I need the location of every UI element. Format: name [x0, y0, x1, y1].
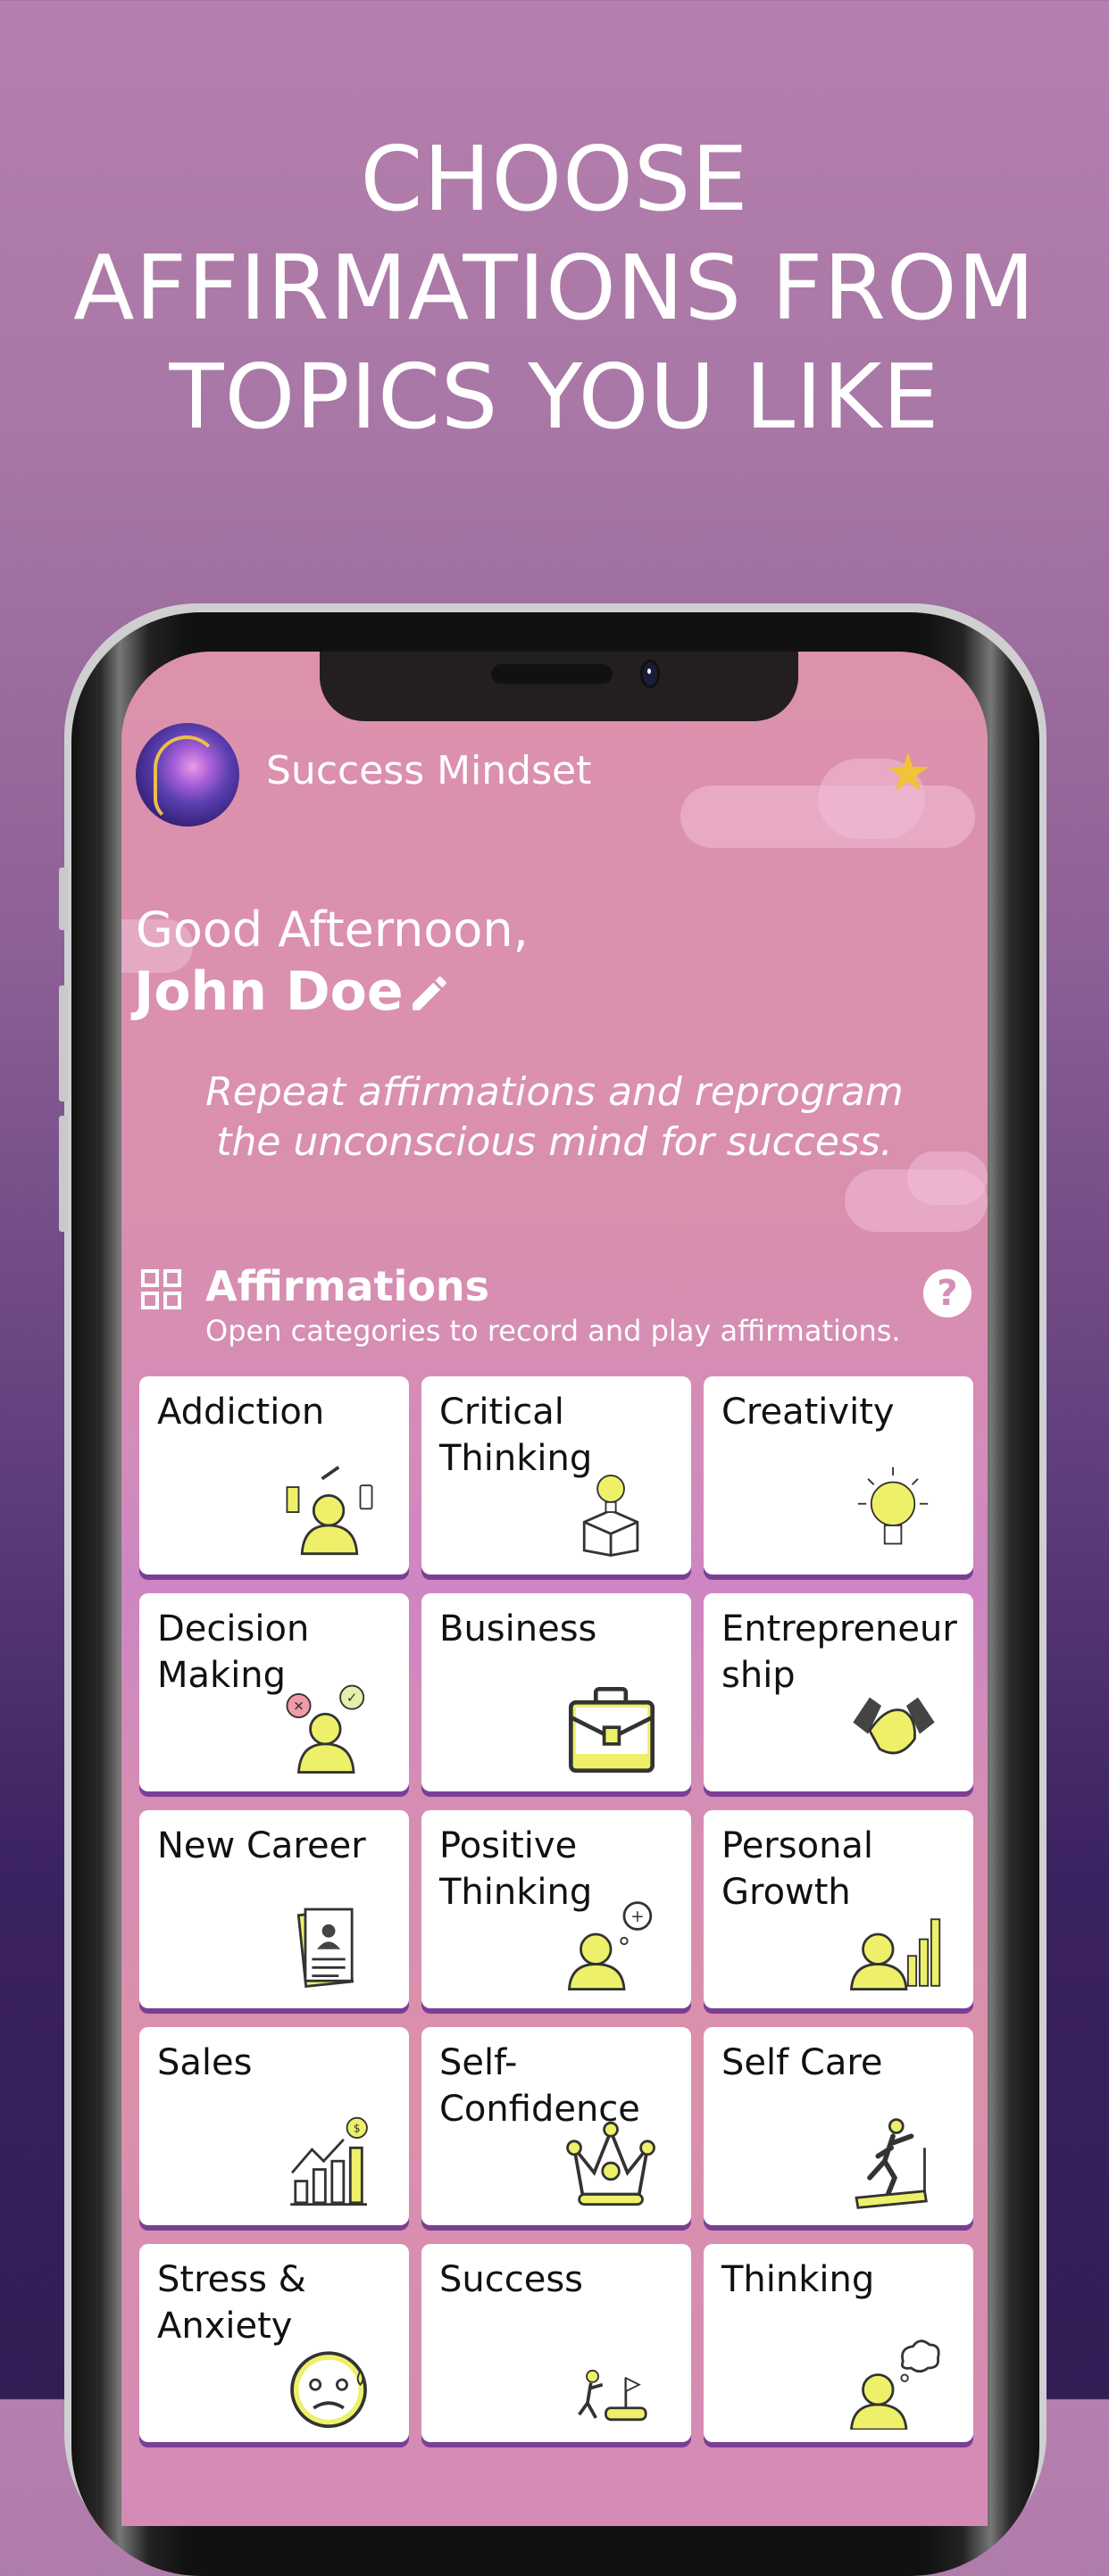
headline-line-1: CHOOSE: [360, 127, 749, 231]
person-growth-chart-icon: [849, 1918, 941, 1990]
category-card[interactable]: Addiction: [139, 1376, 409, 1575]
category-card[interactable]: Success: [421, 2244, 691, 2442]
person-choice-icon: ✕✓: [286, 1684, 365, 1774]
category-label: Thinking: [721, 2259, 875, 2300]
category-label: Success: [439, 2259, 584, 2300]
phone-volume-down: [59, 1116, 68, 1232]
person-thought-icon: [850, 2339, 940, 2430]
app-logo-brain-icon[interactable]: [136, 723, 239, 827]
addicted-person-icon: [286, 1466, 373, 1556]
category-label: Self Care: [721, 2042, 883, 2083]
person-thought-plus-icon: +: [567, 1901, 653, 1990]
pencil-icon[interactable]: [407, 971, 452, 1016]
phone-notch: [320, 652, 798, 721]
promo-headline: CHOOSE AFFIRMATIONS FROM TOPICS YOU LIKE: [0, 125, 1109, 452]
briefcase-icon: [568, 1686, 655, 1774]
category-label: New Career: [157, 1825, 366, 1866]
headline-line-2: AFFIRMATIONS FROM: [73, 236, 1036, 340]
section-subtitle: Open categories to record and play affir…: [205, 1314, 901, 1348]
treadmill-runner-icon: [855, 2118, 928, 2209]
phone-mute-switch: [59, 868, 68, 930]
user-name: John Doe: [134, 960, 404, 1023]
category-label: Creativity: [721, 1392, 895, 1433]
headline-line-3: TOPICS YOU LIKE: [169, 345, 940, 449]
category-card[interactable]: Positive Thinking +: [421, 1810, 691, 2008]
category-card[interactable]: Business: [421, 1593, 691, 1791]
speaker-grille: [491, 664, 613, 684]
tagline-line-2: the unconscious mind for success.: [216, 1119, 893, 1165]
svg-text:✓: ✓: [346, 1690, 358, 1706]
category-card[interactable]: Creativity: [704, 1376, 973, 1575]
crown-icon: [566, 2121, 655, 2206]
resume-icon: [296, 1907, 354, 1988]
svg-text:+: +: [630, 1907, 645, 1926]
category-label: Addiction: [157, 1392, 325, 1433]
climb-flag-icon: [578, 2369, 647, 2422]
front-camera: [643, 662, 657, 686]
sales-chart-icon: $: [290, 2116, 368, 2206]
svg-text:$: $: [354, 2123, 361, 2135]
category-card[interactable]: Thinking: [704, 2244, 973, 2442]
app-name: Success Mindset: [266, 748, 592, 794]
greeting-text: Good Afternoon,: [136, 902, 529, 958]
section-title: Affirmations: [205, 1262, 490, 1310]
star-icon[interactable]: ★: [884, 746, 932, 800]
category-card[interactable]: Decision Making ✕ ✓: [139, 1593, 409, 1791]
anxious-face-icon: [290, 2351, 367, 2429]
lightbulb-box-icon: [582, 1475, 639, 1557]
category-card[interactable]: Personal Growth: [704, 1810, 973, 2008]
lightbulb-icon: [857, 1467, 929, 1545]
category-card[interactable]: Entrepreneur ship: [704, 1593, 973, 1791]
grid-icon: [141, 1269, 181, 1309]
category-card[interactable]: Self Care: [704, 2027, 973, 2225]
handshake-icon: [853, 1697, 935, 1755]
category-card[interactable]: Sales $: [139, 2027, 409, 2225]
category-card[interactable]: Critical Thinking: [421, 1376, 691, 1575]
tagline-line-1: Repeat affirmations and reprogram: [205, 1069, 904, 1115]
category-card[interactable]: New Career: [139, 1810, 409, 2008]
category-card[interactable]: Self- Confidence: [421, 2027, 691, 2225]
svg-text:✕: ✕: [293, 1699, 304, 1715]
help-button[interactable]: ?: [923, 1269, 971, 1317]
category-label: Sales: [157, 2042, 253, 2083]
category-label: Business: [439, 1608, 597, 1649]
tagline: Repeat affirmations and reprogram the un…: [121, 1068, 988, 1168]
phone-volume-up: [59, 985, 68, 1101]
category-card[interactable]: Stress & Anxiety: [139, 2244, 409, 2442]
